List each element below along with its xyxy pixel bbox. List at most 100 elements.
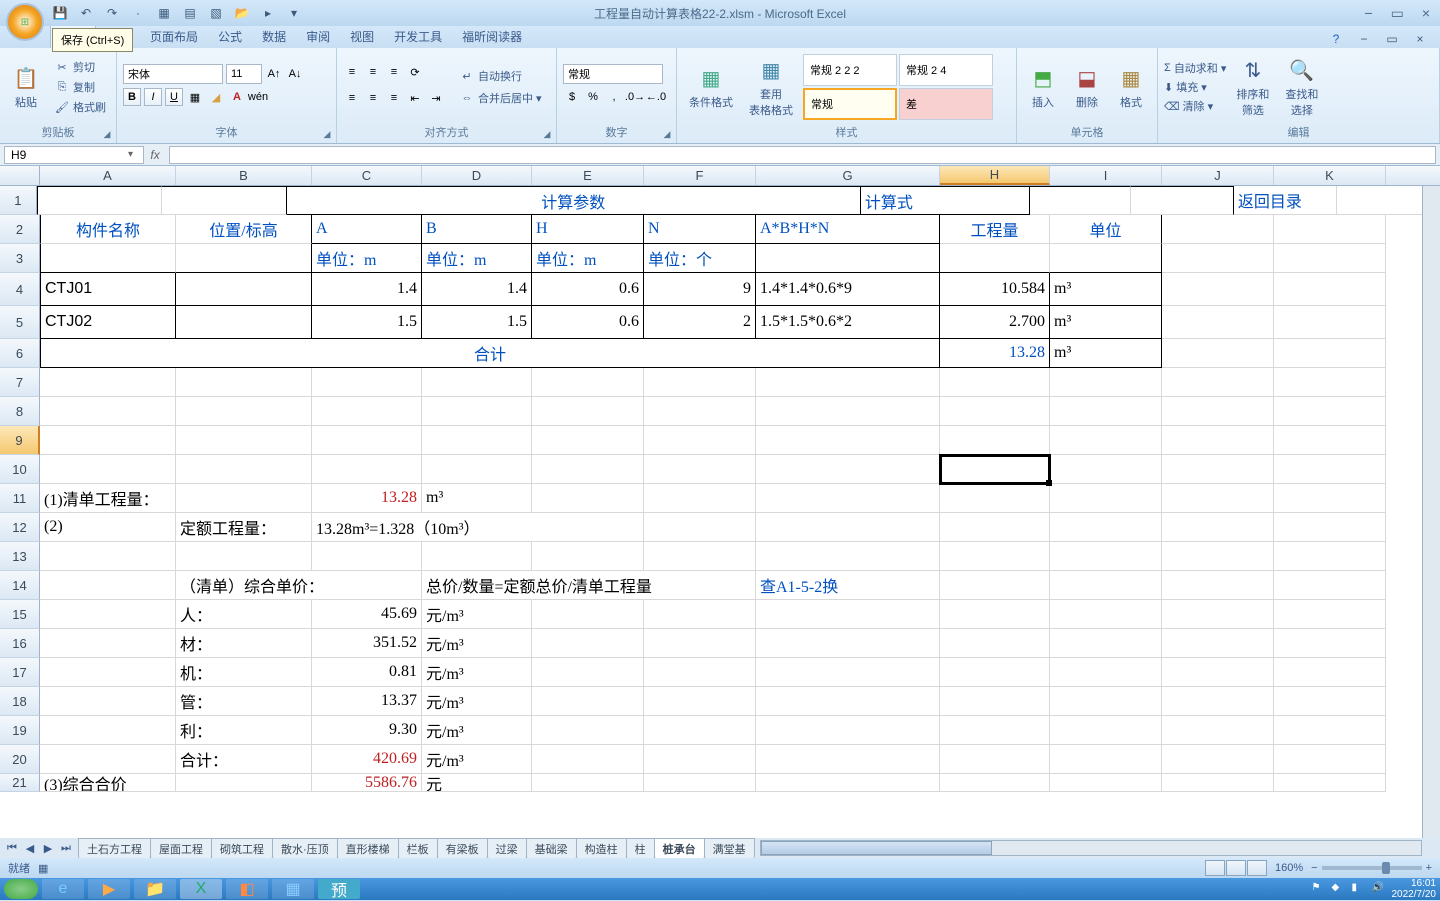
help-icon[interactable]: ? — [1326, 30, 1346, 48]
zoom-level[interactable]: 160% — [1275, 862, 1303, 874]
clipboard-launcher[interactable]: ◢ — [100, 127, 114, 141]
sheet-tab-0[interactable]: 土石方工程 — [78, 838, 151, 859]
cell-C18[interactable]: 13.37 — [312, 687, 422, 716]
cell-H3[interactable] — [940, 244, 1050, 273]
cell-B18[interactable]: 管： — [176, 687, 312, 716]
row-header-9[interactable]: 9 — [0, 426, 40, 455]
row-header-2[interactable]: 2 — [0, 215, 40, 244]
font-name-select[interactable] — [123, 64, 223, 84]
cell-J5[interactable] — [1162, 306, 1274, 339]
shrink-font-icon[interactable]: A↓ — [286, 65, 304, 83]
cell-I5[interactable]: m³ — [1050, 306, 1162, 339]
cell-C1-merged[interactable]: 计算参数 — [287, 186, 861, 215]
cell-H9[interactable] — [940, 426, 1050, 455]
cell-H4[interactable]: 10.584 — [940, 273, 1050, 306]
cell-B12[interactable]: 定额工程量： — [176, 513, 312, 542]
cell-E3[interactable]: 单位：m — [532, 244, 644, 273]
cell-A11[interactable]: (1)清单工程量： — [40, 484, 176, 513]
macro-icon[interactable]: ▦ — [38, 862, 48, 875]
font-color-button[interactable]: A — [228, 88, 246, 106]
cell-A2[interactable]: 构件名称 — [40, 215, 176, 244]
indent-dec-icon[interactable]: ⇤ — [406, 89, 424, 107]
row-header-4[interactable]: 4 — [0, 273, 40, 306]
row-header-10[interactable]: 10 — [0, 455, 40, 484]
row-header-5[interactable]: 5 — [0, 306, 40, 339]
border-button[interactable]: ▦ — [186, 88, 204, 106]
col-header-A[interactable]: A — [40, 166, 176, 185]
col-header-I[interactable]: I — [1050, 166, 1162, 185]
sheet-tab-10[interactable]: 柱 — [626, 838, 655, 859]
cell-D11[interactable]: m³ — [422, 484, 532, 513]
row-header-7[interactable]: 7 — [0, 368, 40, 397]
cell-F5[interactable]: 2 — [644, 306, 756, 339]
tab-formulas[interactable]: 公式 — [208, 25, 252, 48]
font-launcher[interactable]: ◢ — [320, 127, 334, 141]
row-header-18[interactable]: 18 — [0, 687, 40, 716]
namebox-dropdown-icon[interactable]: ▾ — [128, 149, 133, 160]
col-header-C[interactable]: C — [312, 166, 422, 185]
row-header-6[interactable]: 6 — [0, 339, 40, 368]
copy-button[interactable]: ⎘复制 — [50, 78, 110, 96]
dec-decimal-icon[interactable]: ←.0 — [647, 88, 665, 106]
col-header-H[interactable]: H — [940, 166, 1050, 185]
row-header-12[interactable]: 12 — [0, 513, 40, 542]
row-header-17[interactable]: 17 — [0, 658, 40, 687]
cell-D15[interactable]: 元/m³ — [422, 600, 532, 629]
name-box[interactable] — [4, 146, 144, 164]
col-header-F[interactable]: F — [644, 166, 756, 185]
cell-J2[interactable] — [1162, 215, 1274, 244]
cell-D4[interactable]: 1.4 — [422, 273, 532, 306]
cell-D19[interactable]: 元/m³ — [422, 716, 532, 745]
qat-more-icon[interactable]: ▾ — [284, 4, 304, 22]
cell-C11[interactable]: 13.28 — [312, 484, 422, 513]
currency-icon[interactable]: $ — [563, 88, 581, 106]
cell-styles-gallery[interactable]: 常规 2 2 2 常规 2 4 常规 差 — [803, 54, 993, 120]
style-normal-24[interactable]: 常规 2 4 — [899, 54, 993, 86]
cell-C2[interactable]: A — [312, 215, 422, 244]
cell-J1[interactable]: 返回目录 — [1234, 186, 1337, 215]
tray-shield-icon[interactable]: ◆ — [1332, 882, 1346, 896]
cell-F2[interactable]: N — [644, 215, 756, 244]
cell-A21[interactable]: (3)综合合价 — [40, 774, 176, 792]
task-cad[interactable]: ▦ — [272, 879, 314, 899]
cell-B4[interactable] — [176, 273, 312, 306]
cell-A6-merged[interactable]: 合计 — [40, 339, 940, 368]
cell-B17[interactable]: 机： — [176, 658, 312, 687]
cell-A4[interactable]: CTJ01 — [40, 273, 176, 306]
grid-body[interactable]: 1 计算参数 计算式 返回目录 2 构件名称 位置/标高 A B H N A*B… — [0, 186, 1440, 792]
cell-C16[interactable]: 351.52 — [312, 629, 422, 658]
cell-B14[interactable]: （清单）综合单价： — [176, 571, 422, 600]
col-header-B[interactable]: B — [176, 166, 312, 185]
tab-foxit[interactable]: 福昕阅读器 — [452, 25, 532, 48]
row-header-13[interactable]: 13 — [0, 542, 40, 571]
cell-B3[interactable] — [176, 244, 312, 273]
inc-decimal-icon[interactable]: .0→ — [626, 88, 644, 106]
cell-I6[interactable]: m³ — [1050, 339, 1162, 368]
sheet-tab-2[interactable]: 砌筑工程 — [211, 838, 273, 859]
number-launcher[interactable]: ◢ — [660, 127, 674, 141]
font-size-select[interactable] — [226, 64, 262, 84]
cell-D20[interactable]: 元/m³ — [422, 745, 532, 774]
cell-J6[interactable] — [1162, 339, 1274, 368]
cell-B2[interactable]: 位置/标高 — [176, 215, 312, 244]
cell-I1[interactable] — [1131, 186, 1234, 215]
row-header-11[interactable]: 11 — [0, 484, 40, 513]
select-all-corner[interactable] — [0, 166, 40, 185]
align-right-icon[interactable]: ≡ — [385, 89, 403, 107]
comma-icon[interactable]: , — [605, 88, 623, 106]
restore-icon[interactable]: ▭ — [1382, 30, 1402, 48]
cell-B19[interactable]: 利： — [176, 716, 312, 745]
find-select-button[interactable]: 🔍查找和 选择 — [1279, 54, 1324, 120]
cell-K5[interactable] — [1274, 306, 1386, 339]
cell-C12[interactable]: 13.28m³=1.328（10m³） — [312, 513, 644, 542]
row-header-15[interactable]: 15 — [0, 600, 40, 629]
maximize-button[interactable]: ▭ — [1387, 5, 1408, 22]
task-media[interactable]: ▶ — [88, 879, 130, 899]
save-icon[interactable]: 💾 — [50, 4, 70, 22]
autosum-button[interactable]: Σ自动求和▾ — [1164, 60, 1226, 76]
close-doc-icon[interactable]: × — [1410, 30, 1430, 48]
style-normal[interactable]: 常规 — [803, 88, 897, 120]
tab-data[interactable]: 数据 — [252, 25, 296, 48]
cell-C19[interactable]: 9.30 — [312, 716, 422, 745]
cell-H1[interactable] — [1030, 186, 1131, 215]
